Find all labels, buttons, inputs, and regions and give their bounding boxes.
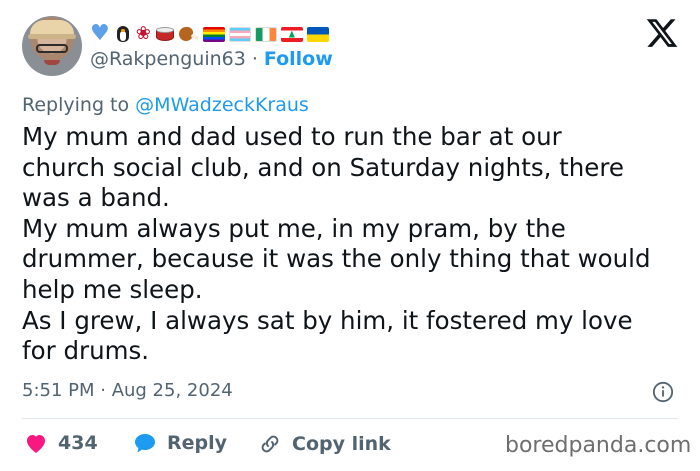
tweet-text-line: My mum always put me, in my pram, by the: [22, 213, 566, 243]
tweet-text-line: As I grew, I always sat by him, it foste…: [22, 305, 633, 335]
separator-dot: ·: [251, 48, 258, 70]
rose-icon: ❀: [135, 23, 151, 44]
tweet-text-line: help me sleep.: [22, 274, 203, 304]
like-count: 434: [58, 432, 98, 454]
rainbow-flag-icon: [202, 26, 225, 42]
penguin-icon: [114, 24, 132, 44]
replying-to: Replying to @MWadzeckKraus: [22, 94, 309, 116]
tweet-text-line: was a band.: [22, 183, 170, 213]
copy-link-label: Copy link: [292, 433, 391, 455]
author-handle-row: @Rakpenguin63 · Follow: [90, 48, 333, 70]
transgender-flag-icon: [228, 26, 251, 42]
poultry-leg-icon: [178, 25, 200, 43]
author-handle[interactable]: @Rakpenguin63: [90, 48, 246, 70]
replying-to-mention[interactable]: @MWadzeckKraus: [135, 94, 309, 116]
tweet-text: My mum and dad used to run the bar at ou…: [22, 122, 682, 367]
tweet-text-line: for drums.: [22, 336, 150, 366]
ukraine-flag-icon: [306, 26, 329, 42]
tweet-text-line: church social club, and on Saturday nigh…: [22, 152, 624, 182]
replying-prefix: Replying to: [22, 94, 130, 116]
tweet-text-line: drummer, because it was the only thing t…: [22, 244, 651, 274]
like-button[interactable]: 434: [24, 432, 98, 454]
x-logo-icon[interactable]: [645, 16, 679, 50]
tweet-text-line: My mum and dad used to run the bar at ou…: [22, 122, 562, 151]
reply-button[interactable]: Reply: [133, 432, 227, 454]
watermark: boredpanda.com: [505, 433, 692, 458]
reply-label: Reply: [167, 432, 228, 454]
speech-bubble-icon: [135, 434, 155, 453]
tweet-timestamp[interactable]: 5:51 PM · Aug 25, 2024: [22, 380, 233, 401]
avatar[interactable]: [22, 16, 82, 76]
link-icon: [261, 435, 279, 453]
copy-link-button[interactable]: Copy link: [258, 432, 391, 456]
drum-icon: [155, 25, 175, 43]
blue-heart-icon: ♥: [90, 21, 110, 46]
heart-icon: [27, 435, 45, 453]
lebanon-flag-icon: [280, 26, 303, 42]
ireland-flag-icon: [254, 26, 277, 42]
divider: [22, 418, 678, 419]
follow-button[interactable]: Follow: [264, 48, 333, 70]
display-name-emojis[interactable]: ♥ ❀: [90, 22, 329, 46]
info-icon[interactable]: [652, 381, 674, 403]
